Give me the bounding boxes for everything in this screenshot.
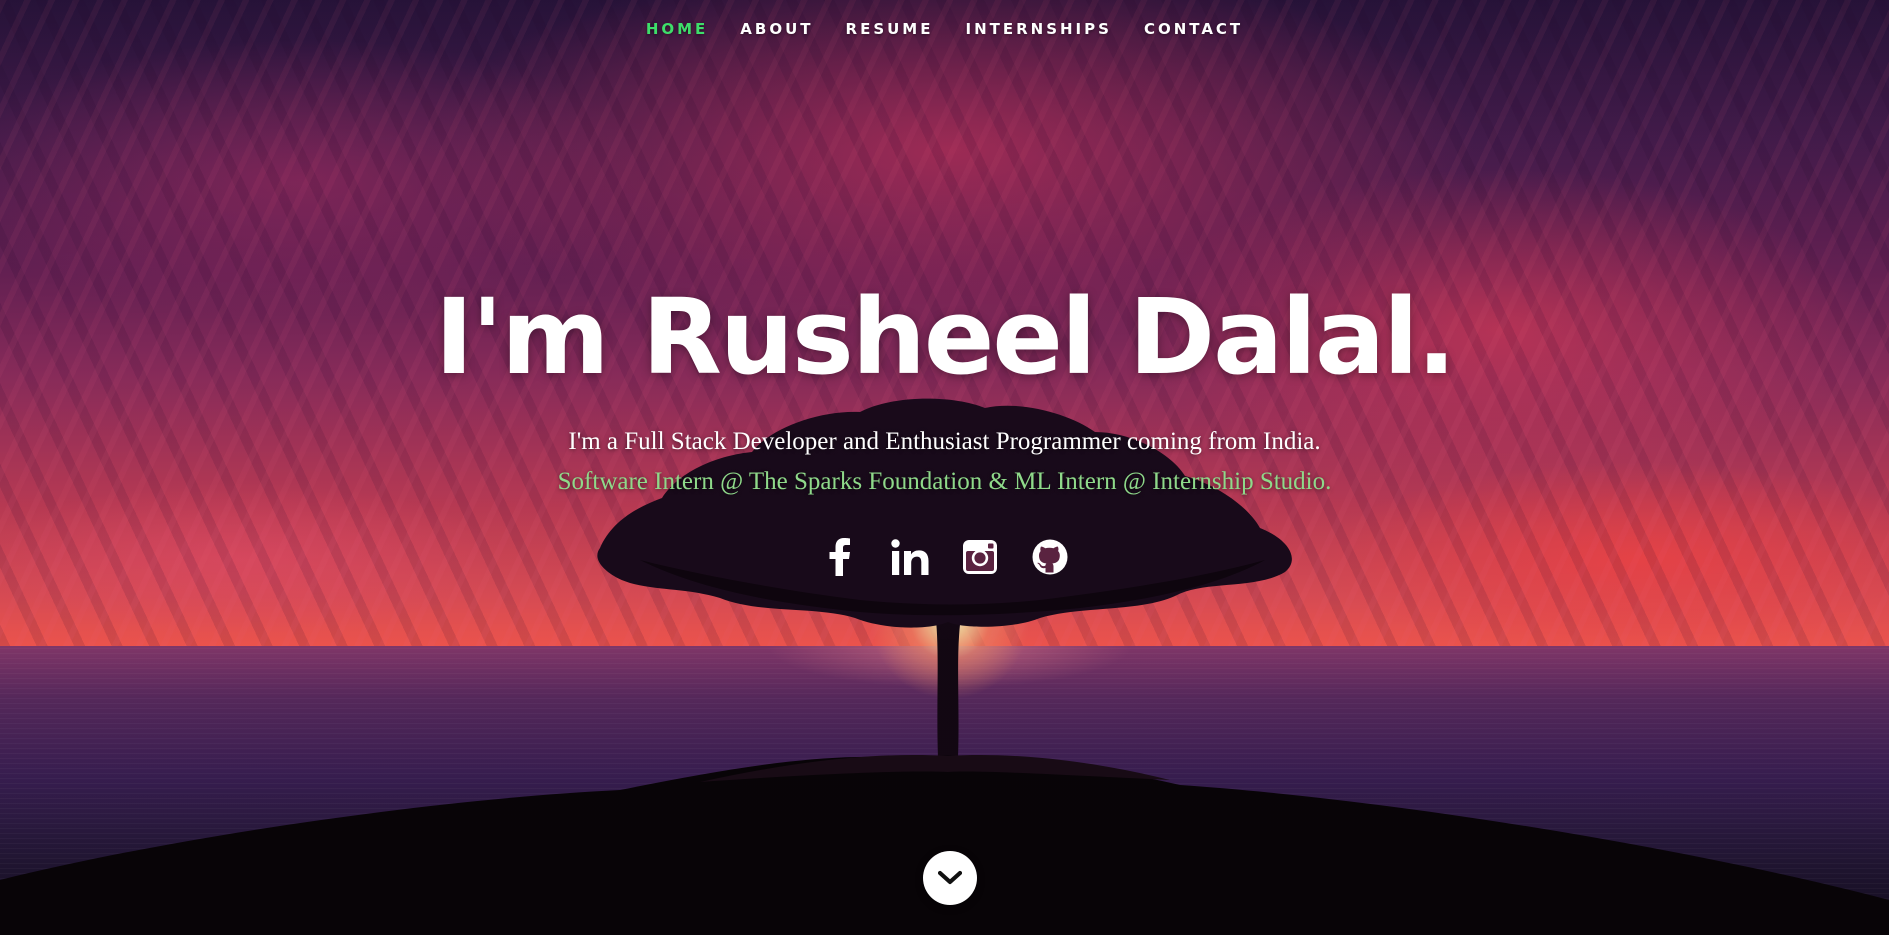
nav-link-resume[interactable]: Resume (846, 16, 934, 42)
facebook-icon (829, 538, 850, 576)
nav-list: Home About Resume Internships Contact (630, 16, 1259, 42)
nav-link-home[interactable]: Home (646, 16, 708, 42)
nav-link-internships[interactable]: Internships (965, 16, 1111, 42)
social-links (0, 536, 1889, 578)
hero-lead-highlight: Software Intern @ The Sparks Foundation … (557, 468, 1332, 495)
linkedin-link[interactable] (889, 536, 931, 578)
nav-item-about: About (740, 16, 813, 42)
hero-banner: I'm Rusheel Dalal. I'm a Full Stack Deve… (0, 272, 1889, 578)
scroll-down-button[interactable] (923, 851, 977, 905)
nav-item-resume: Resume (846, 16, 934, 42)
nav-link-about[interactable]: About (740, 16, 813, 42)
instagram-icon (962, 540, 997, 574)
nav-item-contact: Contact (1144, 16, 1243, 42)
github-icon (1032, 539, 1067, 575)
nav-link-contact[interactable]: Contact (1144, 16, 1243, 42)
facebook-link[interactable] (819, 536, 861, 578)
hero-headline: I'm Rusheel Dalal. (434, 276, 1457, 398)
linkedin-icon (890, 539, 928, 575)
github-link[interactable] (1029, 536, 1071, 578)
nav-item-home: Home (646, 16, 708, 42)
chevron-down-icon (938, 870, 962, 885)
nav-item-internships: Internships (965, 16, 1111, 42)
instagram-link[interactable] (959, 536, 1001, 578)
hero-lead: I'm a Full Stack Developer and Enthusias… (568, 428, 1321, 455)
main-nav: Home About Resume Internships Contact (0, 16, 1889, 42)
